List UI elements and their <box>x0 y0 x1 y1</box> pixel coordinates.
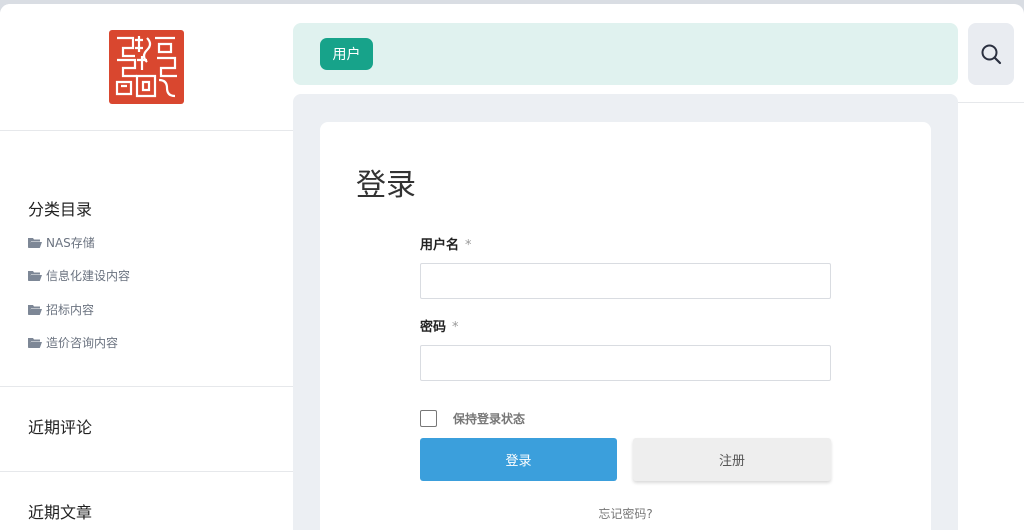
username-input[interactable] <box>420 263 831 299</box>
required-marker: * <box>452 320 459 335</box>
recent-comments-title: 近期评论 <box>28 418 93 437</box>
login-title: 登录 <box>356 168 416 203</box>
username-label: 用户名 * <box>420 234 472 253</box>
sidebar-divider <box>0 130 293 131</box>
forgot-password-link[interactable]: 忘记密码? <box>320 505 931 522</box>
sidebar-divider <box>0 471 293 472</box>
folder-open-icon <box>28 271 42 281</box>
category-item-bidding[interactable]: 招标内容 <box>28 301 94 318</box>
categories-title: 分类目录 <box>28 200 93 219</box>
user-button[interactable]: 用户 <box>320 38 373 70</box>
folder-open-icon <box>28 305 42 315</box>
recent-posts-title: 近期文章 <box>28 503 93 522</box>
category-label: 信息化建设内容 <box>46 269 131 283</box>
folder-open-icon <box>28 238 42 248</box>
login-button[interactable]: 登录 <box>420 438 617 481</box>
seal-logo-icon <box>109 30 184 104</box>
search-button[interactable] <box>968 23 1014 85</box>
sidebar: 分类目录 NAS存储 信息化建设内容 招标内容 造价咨询内容 近期评论 近期文章 <box>0 4 293 530</box>
header-divider <box>958 102 1024 103</box>
search-icon <box>981 44 1002 65</box>
main-panel: 登录 用户名 * 密码 * 保持登录状态 登录 注册 忘记密码? <box>293 94 958 530</box>
category-item-informatization[interactable]: 信息化建设内容 <box>28 267 130 284</box>
category-label: 造价咨询内容 <box>46 336 119 350</box>
sidebar-divider <box>0 386 293 387</box>
login-card: 登录 用户名 * 密码 * 保持登录状态 登录 注册 忘记密码? <box>320 122 931 530</box>
category-item-cost-consulting[interactable]: 造价咨询内容 <box>28 334 118 351</box>
category-item-nas[interactable]: NAS存储 <box>28 234 95 251</box>
top-bar: 用户 <box>293 23 958 85</box>
password-input[interactable] <box>420 345 831 381</box>
password-label: 密码 * <box>420 316 459 335</box>
username-label-text: 用户名 <box>420 238 460 253</box>
remember-me-checkbox[interactable] <box>420 410 437 427</box>
category-label: 招标内容 <box>46 303 95 317</box>
seal-logo[interactable] <box>109 30 184 104</box>
register-button[interactable]: 注册 <box>633 438 831 481</box>
remember-me-label[interactable]: 保持登录状态 <box>453 410 525 427</box>
password-label-text: 密码 <box>420 320 447 335</box>
category-label: NAS存储 <box>46 236 95 250</box>
required-marker: * <box>465 238 472 253</box>
page-frame: 分类目录 NAS存储 信息化建设内容 招标内容 造价咨询内容 近期评论 近期文章… <box>0 4 1024 530</box>
folder-open-icon <box>28 338 42 348</box>
